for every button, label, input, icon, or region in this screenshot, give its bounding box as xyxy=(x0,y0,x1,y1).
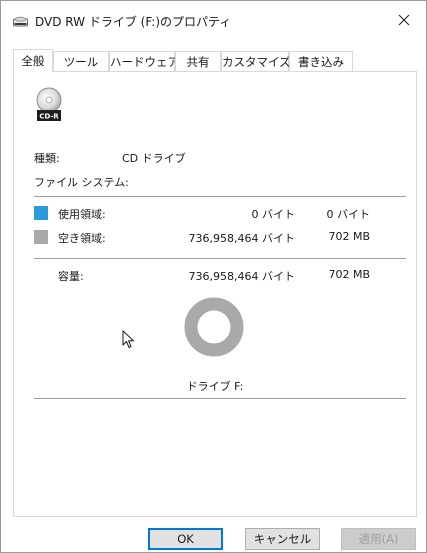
usage-donut-chart xyxy=(184,297,244,357)
cd-drive-icon: CD-R xyxy=(36,87,62,121)
dvd-drive-icon xyxy=(13,16,28,27)
capacity-size: 702 MB xyxy=(328,268,370,281)
capacity-bytes: 736,958,464 バイト xyxy=(188,270,295,283)
title-bar: DVD RW ドライブ (F:)のプロパティ xyxy=(1,1,426,39)
filesystem-label: ファイル システム: xyxy=(34,176,129,189)
free-space-size: 702 MB xyxy=(328,230,370,243)
free-space-ring xyxy=(184,297,244,357)
divider-top xyxy=(34,196,406,197)
general-tab-panel: CD-R 種類: CD ドライブ ファイル システム: 使用領域: 0 バイト … xyxy=(13,71,417,517)
type-value: CD ドライブ xyxy=(122,152,186,165)
close-icon xyxy=(398,14,410,26)
close-button[interactable] xyxy=(382,1,426,39)
tab-hardware[interactable]: ハードウェア xyxy=(109,51,179,71)
cd-r-badge: CD-R xyxy=(39,113,59,121)
divider-bottom xyxy=(34,398,406,399)
tab-tools[interactable]: ツール xyxy=(53,51,109,71)
properties-dialog: DVD RW ドライブ (F:)のプロパティ 全般 ツール ハードウェア 共有 … xyxy=(0,0,427,553)
window-title: DVD RW ドライブ (F:)のプロパティ xyxy=(35,15,232,29)
used-space-swatch xyxy=(34,206,48,220)
mouse-pointer-icon xyxy=(122,330,134,348)
used-space-bytes: 0 バイト xyxy=(251,208,296,221)
tab-sharing[interactable]: 共有 xyxy=(175,51,221,71)
drive-letter-label: ドライブ F: xyxy=(186,380,244,393)
used-space-size: 0 バイト xyxy=(326,208,371,221)
free-space-label: 空き領域: xyxy=(58,232,106,245)
apply-button[interactable]: 適用(A) xyxy=(341,528,416,550)
free-space-swatch xyxy=(34,230,48,244)
free-space-bytes: 736,958,464 バイト xyxy=(188,232,295,245)
type-label: 種類: xyxy=(34,152,60,165)
ok-button[interactable]: OK xyxy=(148,528,223,550)
tab-general[interactable]: 全般 xyxy=(13,49,53,72)
cancel-button[interactable]: キャンセル xyxy=(245,528,320,550)
tab-customize[interactable]: カスタマイズ xyxy=(221,51,291,71)
used-space-label: 使用領域: xyxy=(58,208,106,221)
capacity-label: 容量: xyxy=(58,270,84,283)
divider-middle xyxy=(34,258,406,259)
tab-strip: 全般 ツール ハードウェア 共有 カスタマイズ 書き込み xyxy=(13,49,417,72)
tab-recording[interactable]: 書き込み xyxy=(289,51,353,71)
